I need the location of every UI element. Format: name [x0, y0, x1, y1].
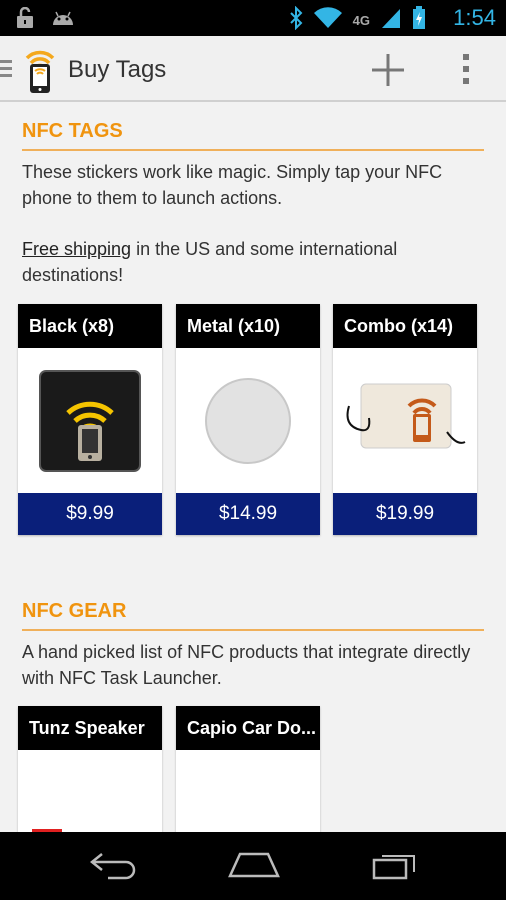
action-bar: Buy Tags [0, 36, 506, 102]
nfc-gear-description: A hand picked list of NFC products that … [22, 642, 471, 688]
up-icon[interactable] [0, 58, 14, 85]
network-type-label: 4G [352, 13, 370, 28]
product-price: $19.99 [333, 493, 477, 535]
gear-card-speaker[interactable]: Tunz Speaker [18, 706, 162, 832]
wifi-icon [313, 7, 343, 34]
product-title: Black (x8) [18, 304, 162, 348]
status-time: 1:54 [453, 5, 496, 30]
product-card-combo[interactable]: Combo (x14) $19.99 [333, 304, 477, 535]
product-title: Metal (x10) [176, 304, 320, 348]
product-title: Tunz Speaker [18, 706, 162, 750]
battery-charging-icon [412, 6, 426, 35]
black-nfc-sticker-image [18, 348, 162, 493]
recent-apps-icon[interactable] [370, 850, 418, 885]
page-title: Buy Tags [68, 56, 167, 83]
android-icon [50, 7, 76, 34]
nfc-gear-header: NFC GEAR [22, 600, 484, 631]
product-card-black[interactable]: Black (x8) $9.99 [18, 304, 162, 535]
nfc-tags-header: NFC TAGS [22, 120, 484, 151]
navigation-bar [0, 832, 506, 900]
add-icon[interactable] [366, 48, 410, 92]
nfc-tags-description: These stickers work like magic. Simply t… [22, 162, 443, 208]
product-price: $14.99 [176, 493, 320, 535]
product-title: Capio Car Do... [176, 706, 320, 750]
overflow-menu-icon[interactable] [452, 50, 482, 90]
speaker-image [18, 750, 162, 832]
app-logo-icon[interactable] [22, 44, 58, 99]
back-icon[interactable] [88, 850, 138, 885]
product-card-metal[interactable]: Metal (x10) $14.99 [176, 304, 320, 535]
unlock-icon [14, 6, 36, 34]
car-dock-image [176, 750, 320, 832]
free-shipping-link[interactable]: Free shipping [22, 239, 131, 259]
gear-card-car-dock[interactable]: Capio Car Do... [176, 706, 320, 832]
metal-nfc-sticker-image [176, 348, 320, 493]
bluetooth-icon [289, 5, 303, 35]
product-price: $9.99 [18, 493, 162, 535]
product-title: Combo (x14) [333, 304, 477, 348]
home-icon[interactable] [228, 850, 280, 885]
buy-tags-content[interactable]: NFC TAGS These stickers work like magic.… [0, 104, 506, 832]
signal-icon [380, 7, 402, 34]
status-bar: 4G 1:54 [0, 0, 506, 36]
combo-nfc-tag-image [333, 348, 477, 493]
shipping-info: Free shipping in the US and some interna… [22, 236, 484, 288]
